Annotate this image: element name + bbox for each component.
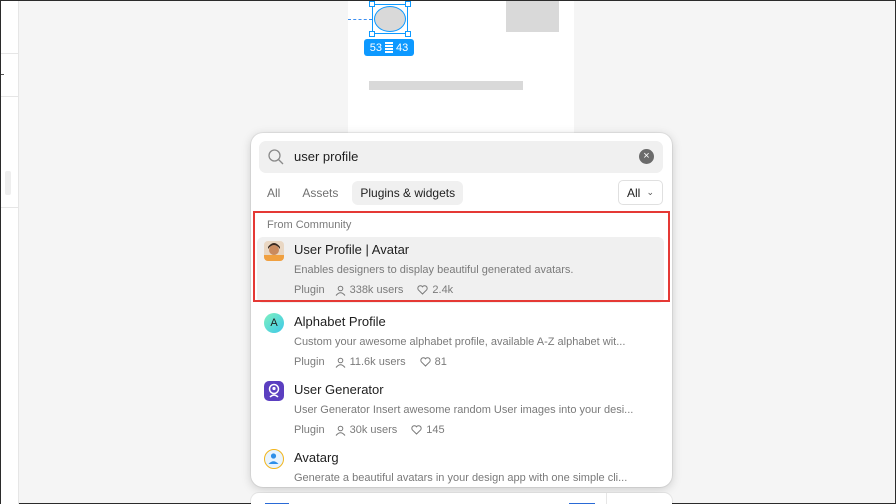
size-badge: 53 43 (364, 39, 414, 56)
sidebar-divider (1, 96, 19, 97)
clear-search-icon[interactable]: × (639, 149, 654, 164)
search-bar[interactable]: user profile × (259, 141, 663, 173)
sidebar-divider (1, 53, 19, 54)
plugin-meta: Plugin 30k users 145 (294, 424, 459, 436)
plugin-avatar-icon: A (264, 313, 284, 333)
sidebar-divider (1, 207, 19, 208)
resources-panel: user profile × All Assets Plugins & widg… (251, 133, 672, 487)
resize-handle[interactable] (405, 31, 411, 37)
placeholder-text-bar[interactable] (369, 81, 523, 90)
result-item-avatarg[interactable]: Avatarg Generate a beautiful avatars in … (257, 445, 664, 487)
likes-count: 81 (434, 356, 447, 368)
filter-dropdown[interactable]: All ⌄ (618, 180, 663, 205)
tabs: All Assets Plugins & widgets (259, 181, 464, 205)
search-input[interactable]: user profile (294, 149, 358, 164)
sidebar-marker (5, 171, 11, 195)
resize-handle[interactable] (369, 31, 375, 37)
plugin-description: User Generator Insert awesome random Use… (294, 404, 634, 416)
likes-count: 145 (426, 424, 445, 436)
chevron-down-icon: ⌄ (646, 187, 654, 197)
highlight-box (253, 211, 670, 302)
heart-icon (419, 357, 431, 367)
users-stat: 11.6k users (335, 356, 406, 368)
plugin-avatar-icon (264, 449, 284, 469)
plugin-kind: Plugin (294, 424, 325, 436)
plugin-description: Custom your awesome alphabet profile, av… (294, 336, 626, 348)
selection-width: 53 (369, 41, 382, 54)
tab-all[interactable]: All (259, 181, 288, 205)
bottom-panel-edge (251, 493, 672, 504)
users-count: 11.6k users (349, 356, 406, 368)
users-count: 30k users (349, 424, 398, 436)
distance-guide (348, 19, 372, 20)
bottom-divider (606, 493, 607, 504)
plugin-name: Alphabet Profile (294, 314, 386, 329)
search-icon (268, 149, 284, 165)
plugin-name: Avatarg (294, 450, 339, 465)
plugin-kind: Plugin (294, 356, 325, 368)
result-item-user-generator[interactable]: User Generator User Generator Insert awe… (257, 377, 664, 443)
resize-handle[interactable] (369, 1, 375, 7)
likes-stat: 145 (411, 424, 445, 436)
likes-stat: 81 (419, 356, 447, 368)
filter-label: All (627, 185, 641, 200)
tab-assets[interactable]: Assets (294, 181, 346, 205)
dimension-icon (385, 42, 393, 53)
user-icon (335, 357, 345, 368)
plugin-meta: Plugin 11.6k users 81 (294, 356, 461, 368)
plugin-name: User Generator (294, 382, 384, 397)
result-item-alphabet-profile[interactable]: A Alphabet Profile Custom your awesome a… (257, 309, 664, 375)
sidebar-tick (1, 74, 4, 75)
placeholder-rectangle[interactable] (506, 1, 559, 32)
tab-plugins-widgets[interactable]: Plugins & widgets (352, 181, 464, 205)
user-icon (335, 425, 345, 436)
plugin-avatar-icon (264, 381, 284, 401)
users-stat: 30k users (335, 424, 398, 436)
heart-icon (411, 425, 422, 435)
left-sidebar (1, 1, 19, 504)
selection-bounds[interactable] (372, 4, 408, 34)
plugin-description: Generate a beautiful avatars in your des… (294, 472, 628, 484)
resize-handle[interactable] (405, 1, 411, 7)
selection-height: 43 (396, 41, 409, 54)
